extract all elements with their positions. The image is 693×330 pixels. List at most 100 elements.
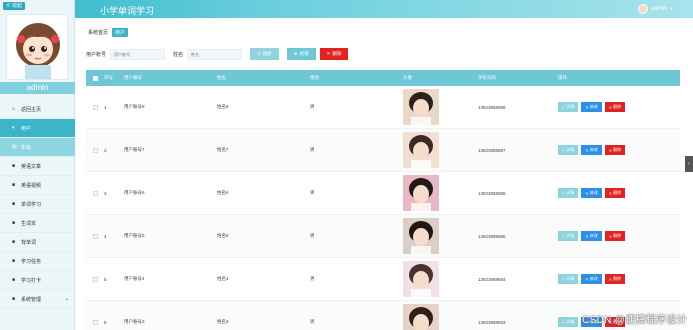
sidebar-item-memorize[interactable]: ■ 背单词 — [0, 233, 75, 252]
cell-name: 姓名4 — [217, 276, 229, 281]
cell-account: 用户账号5 — [124, 233, 145, 238]
cell-account: 用户账号6 — [124, 190, 145, 195]
sidebar-item-label: 英语视频 — [21, 182, 42, 189]
cell-account: 用户账号3 — [124, 319, 145, 324]
cell-index: 3 — [104, 190, 107, 196]
edit-button[interactable]: ✎ 修改 — [581, 102, 602, 112]
checkin-icon: ■ — [12, 276, 16, 283]
sidebar-item-label: 单词学习 — [21, 201, 42, 208]
account-input[interactable] — [110, 48, 166, 60]
side-drawer-toggle[interactable]: ‹ — [685, 156, 693, 172]
cell-name: 姓名5 — [217, 233, 229, 238]
col-name: 姓名 — [217, 75, 226, 80]
user-photo — [403, 175, 439, 211]
cell-phone: 13823888886 — [478, 190, 506, 196]
delete-button-label: 删除 — [332, 51, 342, 56]
cell-index: 6 — [104, 319, 107, 325]
edit-icon: ✎ — [585, 276, 589, 282]
main-content: 系统首页 用户 用户账号 姓名 ⊙ 搜索 ⊕ 新增 ✕ 删除 序号 用户账号 姓… — [76, 18, 686, 330]
delete-button[interactable]: ✕ 删除 — [604, 231, 626, 241]
detail-button[interactable]: ✓ 详情 — [558, 274, 579, 284]
cell-phone: 13823888883 — [478, 319, 506, 325]
detail-button[interactable]: ✓ 详情 — [558, 317, 579, 327]
user-avatar — [638, 4, 649, 14]
cell-index: 4 — [104, 233, 107, 239]
user-photo — [403, 261, 439, 297]
cell-name: 姓名3 — [217, 319, 229, 324]
sidebar-item-settings[interactable]: ■ 系统管理 ⌄ — [0, 290, 75, 309]
col-index: 序号 — [104, 75, 113, 80]
sidebar-item-grade[interactable]: ▤ 年级 — [0, 138, 75, 157]
check-icon: ✓ — [562, 147, 566, 153]
sidebar-item-article[interactable]: ■ 英语文章 — [0, 157, 75, 176]
search-button-label: 搜索 — [262, 51, 272, 56]
row-checkbox[interactable] — [92, 190, 98, 196]
row-checkbox[interactable] — [92, 276, 98, 282]
sidebar-item-word-study[interactable]: ■ 单词学习 — [0, 195, 75, 214]
add-button[interactable]: ⊕ 新增 — [286, 48, 316, 60]
check-icon: ✓ — [562, 276, 566, 282]
edit-button[interactable]: ✎ 修改 — [581, 188, 602, 198]
cell-index: 2 — [104, 147, 107, 153]
detail-button[interactable]: ✓ 详情 — [558, 102, 579, 112]
detail-button[interactable]: ✓ 详情 — [558, 231, 579, 241]
delete-button[interactable]: ✕ 删除 — [604, 188, 626, 198]
edit-button[interactable]: ✎ 修改 — [581, 231, 602, 241]
account-label: 用户账号 — [86, 51, 107, 58]
delete-button[interactable]: ✕ 删除 — [604, 102, 626, 112]
breadcrumb-home[interactable]: 系统首页 — [88, 29, 108, 36]
table-body: 1 用户账号8 姓名8 男 13823888888 ✓ 详情 ✎ 修改 ✕ 删除 2 … — [86, 86, 680, 330]
sidebar-item-label: 学习打卡 — [21, 277, 42, 284]
row-checkbox[interactable] — [92, 233, 98, 239]
user-menu[interactable]: admin ▾ — [638, 4, 673, 14]
cell-account: 用户账号8 — [124, 104, 145, 109]
row-checkbox[interactable] — [92, 104, 98, 110]
table-row: 2 用户账号7 姓名7 男 13823888887 ✓ 详情 ✎ 修改 ✕ 删除 — [86, 129, 680, 172]
cell-gender: 男 — [310, 319, 315, 324]
chevron-down-icon: ▾ — [670, 6, 673, 12]
collapse-button[interactable]: ≪ 收起 — [3, 2, 25, 10]
cell-phone: 13823888888 — [478, 104, 506, 110]
cell-name: 姓名7 — [217, 147, 229, 152]
sidebar-menu: ⌂ 返回主页 ▾ 用户 ▤ 年级 ■ 英语文章 ■ 英语视频 ■ 单词学习 ■ … — [0, 100, 75, 309]
row-checkbox[interactable] — [92, 319, 98, 325]
close-icon: ✕ — [608, 147, 613, 153]
col-avatar: 头像 — [403, 75, 412, 80]
delete-button[interactable]: ✕ 删除 — [604, 274, 626, 284]
table-row: 3 用户账号6 姓名6 男 13823888886 ✓ 详情 ✎ 修改 ✕ 删除 — [86, 172, 680, 215]
breadcrumb-current: 用户 — [112, 28, 129, 37]
app-title: 小学单词学习 — [100, 6, 155, 16]
filter-bar: 用户账号 姓名 ⊙ 搜索 ⊕ 新增 ✕ 删除 — [86, 48, 349, 60]
sidebar-item-checkin[interactable]: ■ 学习打卡 — [0, 271, 75, 290]
cell-name: 姓名8 — [217, 104, 229, 109]
detail-button[interactable]: ✓ 详情 — [558, 188, 579, 198]
row-checkbox[interactable] — [92, 147, 98, 153]
plus-icon: ⊕ — [293, 51, 298, 56]
sidebar-item-task[interactable]: ■ 学习任务 — [0, 252, 75, 271]
search-button[interactable]: ⊙ 搜索 — [250, 48, 279, 60]
profile-avatar — [6, 14, 68, 80]
col-account: 用户账号 — [124, 75, 142, 80]
edit-button[interactable]: ✎ 修改 — [581, 145, 602, 155]
sidebar-item-notebook[interactable]: ■ 生词本 — [0, 214, 75, 233]
sidebar-item-video[interactable]: ■ 英语视频 — [0, 176, 75, 195]
name-input[interactable] — [187, 48, 243, 60]
sidebar-item-user[interactable]: ▾ 用户 — [0, 119, 75, 138]
breadcrumb: 系统首页 用户 — [88, 28, 129, 37]
detail-button[interactable]: ✓ 详情 — [558, 145, 579, 155]
edit-button[interactable]: ✎ 修改 — [581, 274, 602, 284]
sidebar-item-label: 年级 — [21, 144, 32, 151]
select-all-checkbox[interactable] — [92, 75, 98, 81]
check-icon: ✓ — [562, 233, 566, 239]
batch-delete-button[interactable]: ✕ 删除 — [319, 48, 349, 60]
delete-button[interactable]: ✕ 删除 — [604, 145, 626, 155]
cartoon-girl-icon — [7, 15, 67, 79]
sidebar-item-label: 背单词 — [21, 239, 37, 246]
sidebar-item-home[interactable]: ⌂ 返回主页 — [0, 100, 75, 119]
user-table: 序号 用户账号 姓名 性别 头像 手机号码 操作 1 用户账号8 姓名8 男 1… — [86, 70, 680, 330]
top-header: 小学单词学习 admin ▾ — [0, 0, 693, 18]
book-icon: ■ — [12, 200, 16, 207]
cell-phone: 13823888885 — [478, 233, 506, 239]
search-icon: ⊙ — [257, 51, 261, 56]
col-gender: 性别 — [310, 75, 319, 80]
